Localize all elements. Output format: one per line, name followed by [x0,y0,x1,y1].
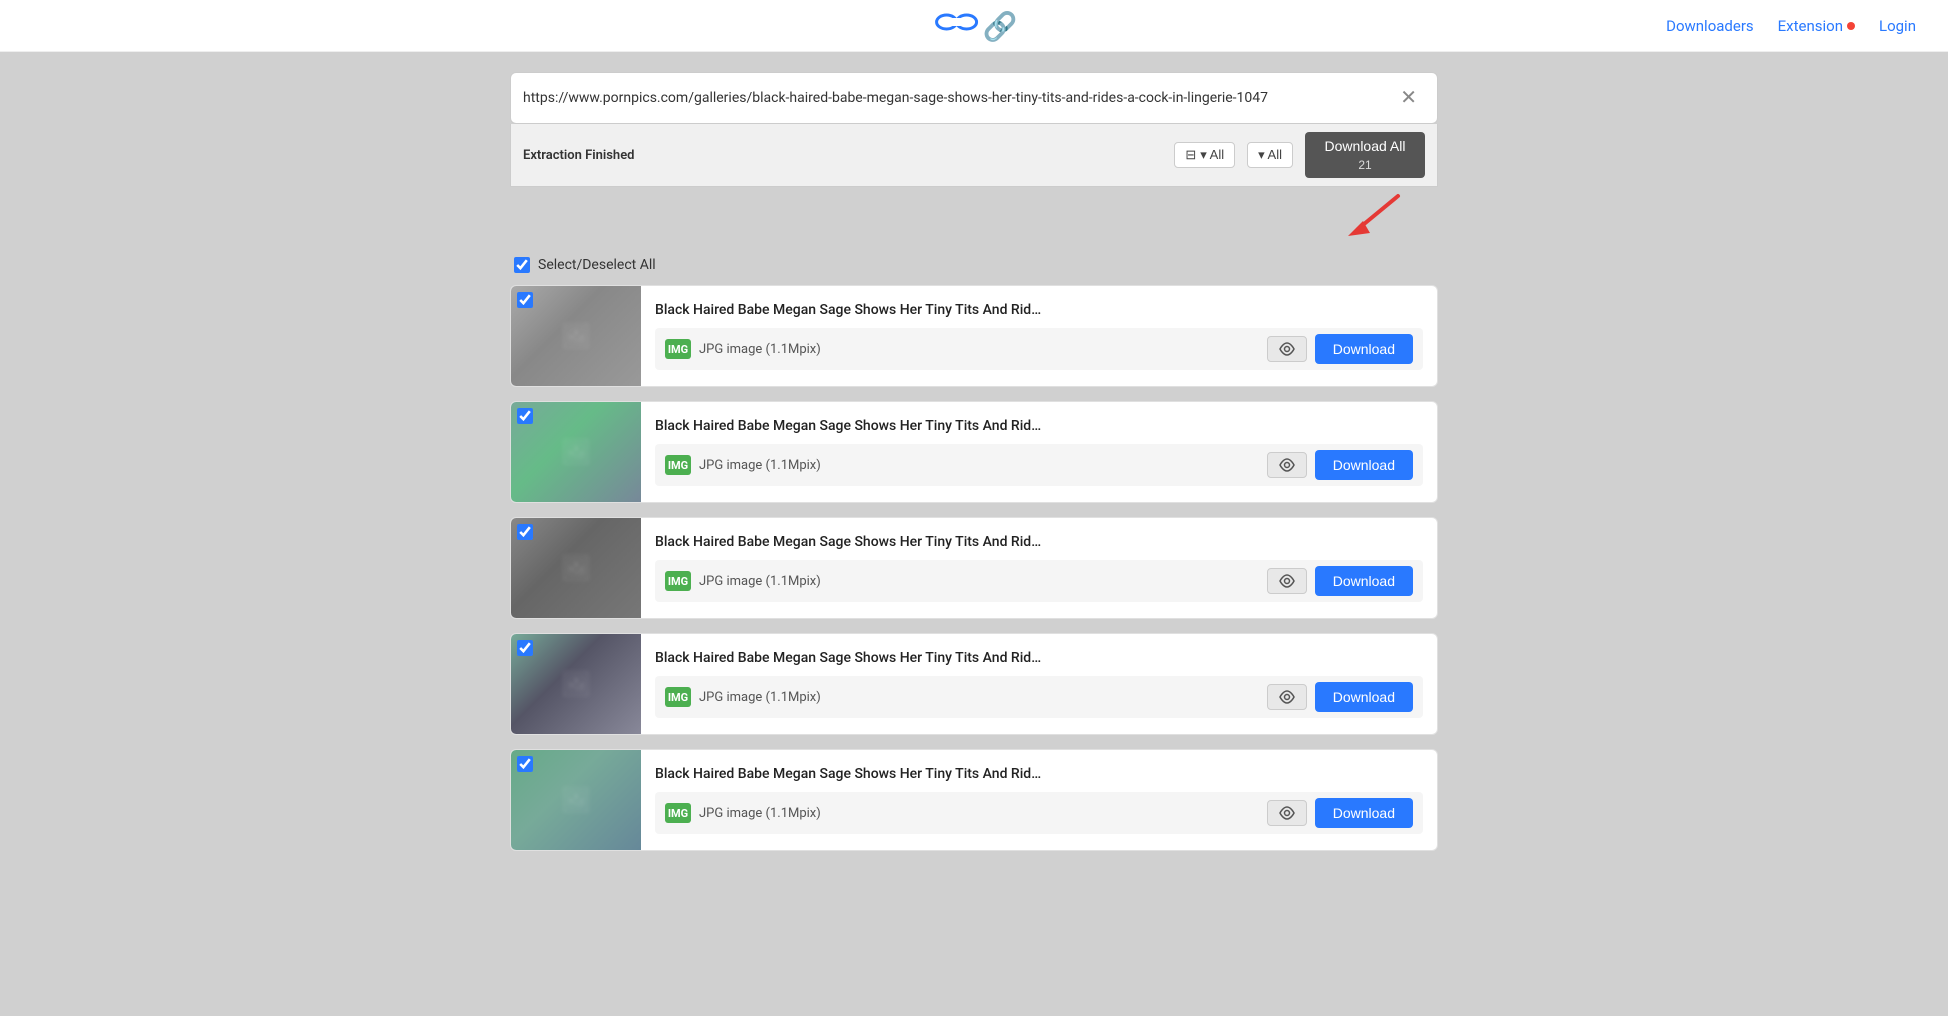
item-thumbnail-wrap-1: 🖼 [511,402,641,502]
item-title-0: Black Haired Babe Megan Sage Shows Her T… [655,302,1423,318]
preview-button-3[interactable] [1267,684,1307,710]
list-item: 🖼 Black Haired Babe Megan Sage Shows Her… [510,749,1438,851]
item-meta-label-4: JPG image (1.1Mpix) [699,806,1259,821]
url-text: https://www.pornpics.com/galleries/black… [523,90,1392,106]
extension-status-dot [1847,22,1855,30]
download-button-1[interactable]: Download [1315,450,1413,480]
eye-icon-0 [1278,342,1296,356]
item-checkbox-4[interactable] [517,756,533,776]
items-list: 🖼 Black Haired Babe Megan Sage Shows Her… [510,285,1438,851]
eye-icon-3 [1278,690,1296,704]
item-thumbnail-wrap-4: 🖼 [511,750,641,850]
item-title-1: Black Haired Babe Megan Sage Shows Her T… [655,418,1423,434]
image-type-icon-1: IMG [665,455,691,475]
arrow-annotation [510,191,1438,241]
red-arrow-icon [1328,191,1408,245]
item-meta-row-1: IMG JPG image (1.1Mpix) Download [655,444,1423,486]
download-all-button[interactable]: Download All 21 [1305,132,1425,178]
item-thumbnail-wrap-0: 🖼 [511,286,641,386]
select-all-row: Select/Deselect All [510,249,1438,277]
top-nav: 🔗 Downloaders Extension Login [0,0,1948,52]
eye-icon-2 [1278,574,1296,588]
image-type-icon-0: IMG [665,339,691,359]
url-close-button[interactable]: ✕ [1392,84,1425,112]
filter-label-1: ▾ All [1200,147,1224,163]
main-content: https://www.pornpics.com/galleries/black… [494,52,1454,885]
item-meta-row-0: IMG JPG image (1.1Mpix) Download [655,328,1423,370]
item-content-1: Black Haired Babe Megan Sage Shows Her T… [641,402,1437,502]
nav-login[interactable]: Login [1879,17,1916,35]
image-type-icon-2: IMG [665,571,691,591]
item-thumbnail-wrap-2: 🖼 [511,518,641,618]
item-content-3: Black Haired Babe Megan Sage Shows Her T… [641,634,1437,734]
toolbar: Extraction Finished ⊟ ▾ All ▾ All Downlo… [510,124,1438,187]
download-button-4[interactable]: Download [1315,798,1413,828]
item-checkbox-2[interactable] [517,524,533,544]
nav-extension[interactable]: Extension [1778,17,1855,35]
item-title-2: Black Haired Babe Megan Sage Shows Her T… [655,534,1423,550]
item-meta-label-0: JPG image (1.1Mpix) [699,342,1259,357]
list-item: 🖼 Black Haired Babe Megan Sage Shows Her… [510,285,1438,387]
preview-button-1[interactable] [1267,452,1307,478]
item-title-3: Black Haired Babe Megan Sage Shows Her T… [655,650,1423,666]
eye-icon-4 [1278,806,1296,820]
item-content-2: Black Haired Babe Megan Sage Shows Her T… [641,518,1437,618]
item-meta-row-3: IMG JPG image (1.1Mpix) Download [655,676,1423,718]
list-item: 🖼 Black Haired Babe Megan Sage Shows Her… [510,401,1438,503]
nav-right: Downloaders Extension Login [1666,17,1916,35]
preview-button-2[interactable] [1267,568,1307,594]
select-all-checkbox[interactable] [514,257,530,273]
item-checkbox-1[interactable] [517,408,533,428]
item-content-0: Black Haired Babe Megan Sage Shows Her T… [641,286,1437,386]
item-meta-row-2: IMG JPG image (1.1Mpix) Download [655,560,1423,602]
filter-button-1[interactable]: ⊟ ▾ All [1174,142,1235,168]
filter-icon-1: ⊟ [1185,147,1196,163]
filter-button-2[interactable]: ▾ All [1247,142,1293,168]
item-checkbox-0[interactable] [517,292,533,312]
nav-downloaders[interactable]: Downloaders [1666,17,1754,35]
item-meta-label-2: JPG image (1.1Mpix) [699,574,1259,589]
item-content-4: Black Haired Babe Megan Sage Shows Her T… [641,750,1437,850]
preview-button-4[interactable] [1267,800,1307,826]
item-title-4: Black Haired Babe Megan Sage Shows Her T… [655,766,1423,782]
item-meta-row-4: IMG JPG image (1.1Mpix) Download [655,792,1423,834]
eye-icon-1 [1278,458,1296,472]
filter-label-2: ▾ All [1258,147,1282,163]
extension-label: Extension [1778,17,1843,35]
image-type-icon-3: IMG [665,687,691,707]
item-thumbnail-wrap-3: 🖼 [511,634,641,734]
download-button-0[interactable]: Download [1315,334,1413,364]
app-logo: 🔗 [935,8,1014,43]
extraction-status: Extraction Finished [523,148,635,163]
download-all-label: Download All [1311,132,1420,156]
image-type-icon-4: IMG [665,803,691,823]
item-checkbox-3[interactable] [517,640,533,660]
list-item: 🖼 Black Haired Babe Megan Sage Shows Her… [510,517,1438,619]
download-button-3[interactable]: Download [1315,682,1413,712]
select-all-label: Select/Deselect All [538,257,656,273]
list-item: 🖼 Black Haired Babe Megan Sage Shows Her… [510,633,1438,735]
url-bar: https://www.pornpics.com/galleries/black… [510,72,1438,124]
item-meta-label-1: JPG image (1.1Mpix) [699,458,1259,473]
preview-button-0[interactable] [1267,336,1307,362]
item-meta-label-3: JPG image (1.1Mpix) [699,690,1259,705]
download-all-count: 21 [1344,156,1385,178]
download-button-2[interactable]: Download [1315,566,1413,596]
